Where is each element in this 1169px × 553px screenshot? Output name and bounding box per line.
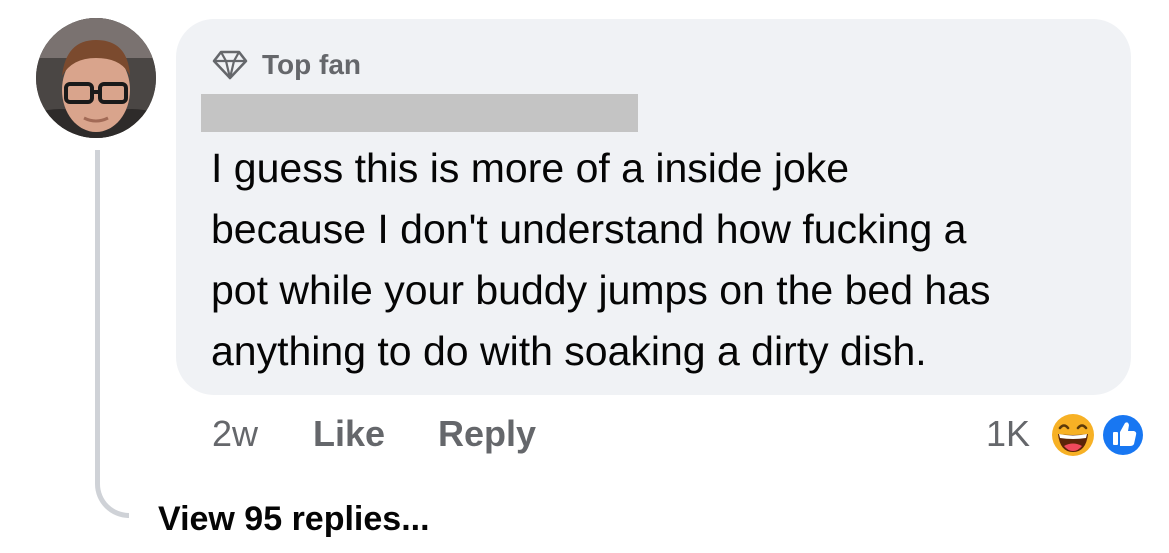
- diamond-icon: [212, 50, 248, 80]
- like-reaction-icon: [1100, 412, 1146, 458]
- view-replies-link[interactable]: View 95 replies...: [158, 497, 430, 541]
- comment-timestamp[interactable]: 2w: [212, 412, 258, 456]
- avatar[interactable]: [36, 18, 156, 138]
- badge-label: Top fan: [262, 49, 362, 80]
- laugh-reaction-icon: [1049, 411, 1097, 459]
- reply-button[interactable]: Reply: [438, 412, 536, 456]
- thread-connector-line: [95, 150, 129, 518]
- comment-text: I guess this is more of a inside joke be…: [211, 145, 991, 374]
- like-button[interactable]: Like: [313, 412, 385, 456]
- reaction-icons[interactable]: [1046, 410, 1150, 460]
- top-fan-badge: Top fan: [212, 47, 361, 83]
- comment-thread: Top fan I guess this is more of a inside…: [0, 0, 1169, 553]
- reaction-count[interactable]: 1K: [986, 412, 1030, 456]
- avatar-photo: [36, 18, 156, 138]
- redacted-author-name: [201, 94, 638, 132]
